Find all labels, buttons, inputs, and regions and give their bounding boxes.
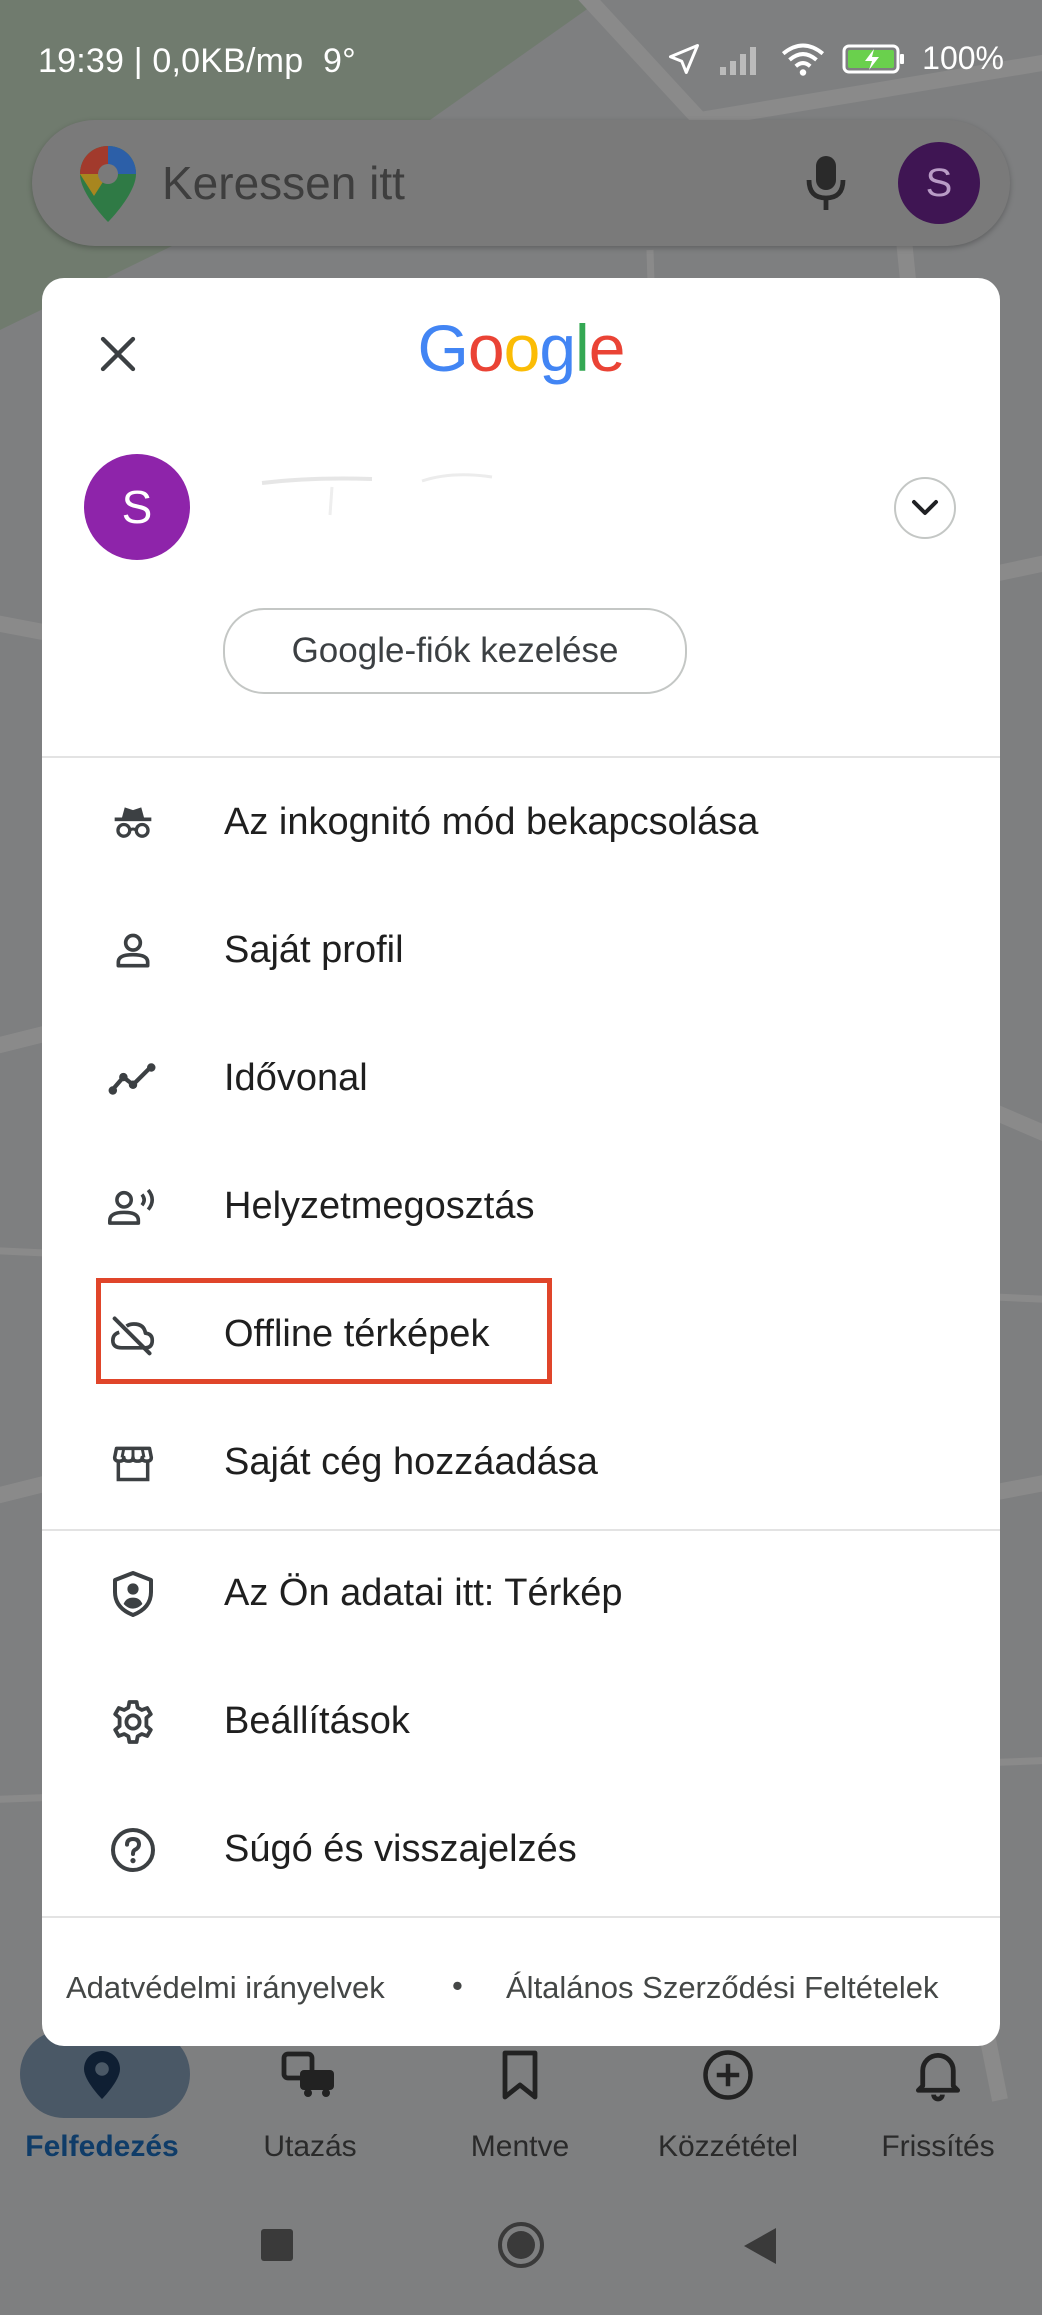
highlight-box [96,1278,552,1384]
logo-letter: e [588,311,626,385]
menu-item-settings[interactable]: Beállítások [42,1667,1000,1777]
incognito-icon [108,798,158,848]
microphone-icon[interactable] [806,154,846,214]
search-input[interactable]: Keressen itt [162,156,405,210]
timeline-icon [108,1054,158,1104]
status-right: 100% [666,40,1004,77]
gear-icon [108,1697,158,1747]
storefront-icon [108,1438,158,1488]
menu-item-label: Súgó és visszajelzés [224,1828,577,1870]
nav-commute-label: Utazás [263,2130,357,2163]
logo-letter: o [503,311,541,385]
search-avatar[interactable]: S [898,142,980,224]
divider [42,1916,1000,1918]
menu-item-help[interactable]: Súgó és visszajelzés [42,1795,1000,1905]
account-menu-card: Google S Google-fiók kezelése Az inkogni… [42,278,1000,2046]
divider [42,756,1000,758]
menu-item-location-sharing[interactable]: Helyzetmegosztás [42,1152,1000,1262]
location-sharing-icon [108,1182,158,1232]
signal-icon [720,46,757,75]
menu-item-add-business[interactable]: Saját cég hozzáadása [42,1408,1000,1518]
menu-item-incognito[interactable]: Az inkognitó mód bekapcsolása [42,768,1000,878]
redacted-account-name [261,473,493,516]
recent-apps-icon[interactable] [260,2228,294,2262]
menu-item-label: Saját cég hozzáadása [224,1441,598,1483]
google-logo: Google [42,310,1000,386]
chevron-down-icon [912,500,938,515]
menu-item-label: Beállítások [224,1700,410,1742]
account-avatar-letter: S [121,481,153,533]
search-bar[interactable]: Keressen itt S [32,120,1010,246]
battery-percent: 100% [922,40,1004,76]
footer-separator: • [452,1968,463,2003]
wifi-icon [782,43,825,76]
location-arrow-icon [669,43,700,74]
status-time: 19:39 | 0,0KB/mp [38,42,304,80]
account-avatar[interactable]: S [84,454,190,560]
status-bar: 19:39 | 0,0KB/mp 9° 100% [0,0,1042,120]
nav-explore-label: Felfedezés [25,2130,179,2163]
menu-item-label: Az Ön adatai itt: Térkép [224,1572,623,1614]
help-icon [108,1825,158,1875]
person-icon [108,926,158,976]
privacy-policy-link[interactable]: Adatvédelmi irányelvek [66,1970,385,2006]
manage-account-button[interactable]: Google-fiók kezelése [223,608,687,694]
shield-person-icon [108,1569,158,1619]
search-avatar-letter: S [925,160,953,205]
battery-charging-icon [842,44,905,73]
menu-item-label: Idővonal [224,1057,368,1099]
status-left: 19:39 | 0,0KB/mp 9° [38,42,356,81]
status-temperature: 9° [322,42,356,80]
menu-item-label: Saját profil [224,929,404,971]
logo-letter: G [417,311,469,385]
home-icon[interactable] [496,2220,546,2270]
card-footer: Adatvédelmi irányelvek • Általános Szerz… [42,1962,1000,2012]
system-navigation [0,2190,1042,2315]
menu-item-timeline[interactable]: Idővonal [42,1024,1000,1134]
menu-item-label: Helyzetmegosztás [224,1185,535,1227]
menu-item-your-data[interactable]: Az Ön adatai itt: Térkép [42,1539,1000,1649]
logo-letter: l [575,311,590,385]
terms-link[interactable]: Általános Szerződési Feltételek [506,1970,939,2006]
nav-contribute-label: Közzététel [657,2130,799,2163]
nav-saved-label: Mentve [470,2130,570,2163]
nav-updates-label: Frissítés [881,2130,995,2163]
back-icon[interactable] [742,2226,778,2266]
divider [42,1529,1000,1531]
account-switcher-button[interactable] [894,477,956,539]
logo-letter: o [467,311,505,385]
menu-item-label: Az inkognitó mód bekapcsolása [224,801,759,843]
logo-letter: g [539,311,576,385]
menu-item-profile[interactable]: Saját profil [42,896,1000,1006]
maps-logo-icon [80,146,136,222]
